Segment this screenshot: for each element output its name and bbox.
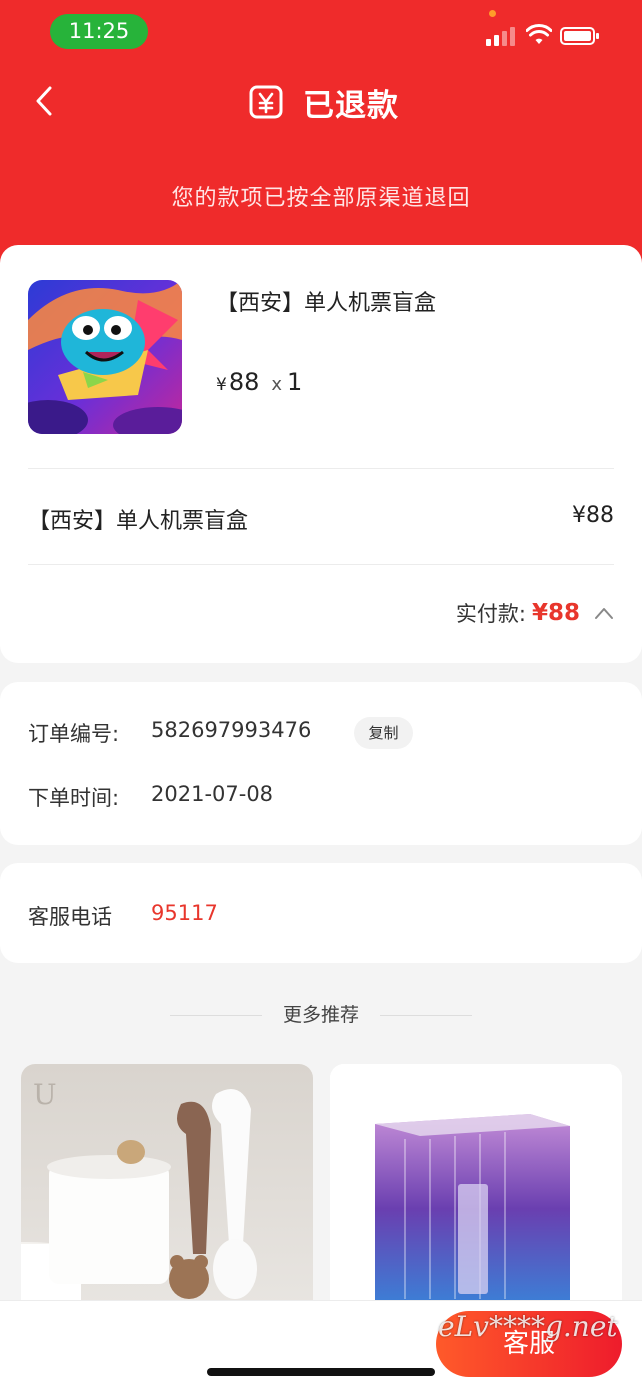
status-time: 11:25 <box>50 14 148 49</box>
line-item-price: ¥88 <box>572 503 614 528</box>
battery-icon <box>560 27 599 45</box>
home-indicator[interactable] <box>207 1368 435 1376</box>
product-quantity: 1 <box>287 368 303 396</box>
divider <box>28 468 614 469</box>
wifi-icon <box>526 24 552 44</box>
blindbox-mascot-image <box>28 280 182 434</box>
privacy-indicator-dot <box>489 10 496 17</box>
page-title-text: 已退款 <box>303 87 399 124</box>
yen-receipt-icon <box>249 85 283 119</box>
product-price-value: 88 <box>228 368 260 396</box>
paid-label: 实付款: <box>455 602 526 626</box>
order-info-card: 订单编号: 582697993476 复制 下单时间: 2021-07-08 <box>0 682 642 845</box>
line-item-name: 【西安】单人机票盲盒 <box>28 509 249 534</box>
status-bar: 11:25 <box>0 0 642 60</box>
currency-symbol: ¥ <box>216 375 227 395</box>
divider <box>28 564 614 565</box>
back-button[interactable] <box>30 84 60 118</box>
chevron-up-icon[interactable] <box>594 606 614 620</box>
paid-value: ¥88 <box>531 600 580 626</box>
order-number-label: 订单编号: <box>28 722 120 746</box>
signal-icon <box>486 27 516 46</box>
rice-paddle-product-image: U <box>21 1064 313 1324</box>
order-time-value: 2021-07-08 <box>151 782 274 806</box>
recommend-title: 更多推荐 <box>282 1004 359 1026</box>
service-phone-label: 客服电话 <box>28 905 112 929</box>
hand-sanitizer-product-image <box>330 1064 622 1324</box>
paid-amount-row[interactable]: 实付款: ¥88 <box>456 598 614 628</box>
product-card: 【西安】单人机票盲盒 ¥ 88 x 1 【西安】单人机票盲盒 ¥88 实付款: … <box>0 245 642 663</box>
order-number-value: 582697993476 <box>151 718 312 742</box>
refund-message: 您的款项已按全部原渠道退回 <box>171 186 471 211</box>
page-title: 已退款 <box>248 82 399 124</box>
recommend-header: 更多推荐 <box>0 1000 642 1030</box>
product-price: ¥ 88 x 1 <box>216 368 302 396</box>
quantity-symbol: x <box>271 374 283 395</box>
copy-button[interactable]: 复制 <box>354 717 413 749</box>
recommend-card-hand-sanitizer[interactable] <box>330 1064 622 1324</box>
recommend-card-rice-paddle[interactable]: U <box>21 1064 313 1324</box>
divider <box>380 1015 472 1016</box>
watermark: eLv****g.net <box>438 1310 618 1343</box>
service-phone-value[interactable]: 95117 <box>151 901 218 925</box>
svg-text:U: U <box>33 1078 57 1111</box>
customer-service-card: 客服电话 95117 <box>0 863 642 963</box>
order-time-label: 下单时间: <box>28 786 120 810</box>
product-thumbnail[interactable] <box>28 280 182 434</box>
product-name[interactable]: 【西安】单人机票盲盒 <box>216 285 436 317</box>
